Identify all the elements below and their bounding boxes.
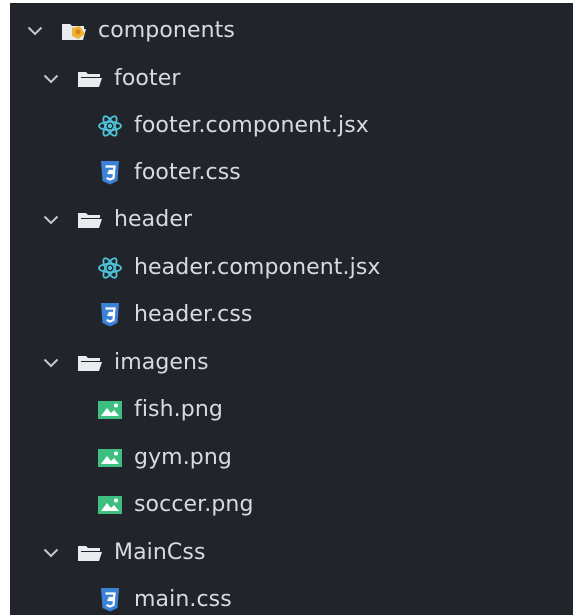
react-icon — [96, 114, 124, 138]
css3-icon — [96, 302, 124, 327]
folder-open-icon — [76, 208, 104, 232]
tree-item-label: footer.component.jsx — [134, 113, 369, 138]
tree-item-label: gym.png — [134, 445, 232, 470]
tree-item-maincss[interactable]: MainCss — [10, 529, 573, 576]
tree-item-footer-jsx[interactable]: footer.component.jsx — [10, 102, 573, 149]
chevron-down-icon[interactable] — [24, 20, 46, 42]
tree-item-components[interactable]: components — [10, 7, 573, 54]
folder-open-icon — [76, 67, 104, 91]
tree-item-soccer-png[interactable]: soccer.png — [10, 481, 573, 528]
image-icon — [96, 446, 124, 470]
tree-item-footer-css[interactable]: footer.css — [10, 149, 573, 196]
chevron-down-icon[interactable] — [40, 352, 62, 374]
react-icon — [96, 256, 124, 280]
tree-item-label: header — [114, 207, 193, 232]
image-icon — [96, 493, 124, 517]
css3-icon — [96, 587, 124, 612]
tree-item-gym-png[interactable]: gym.png — [10, 434, 573, 481]
tree-item-header-jsx[interactable]: header.component.jsx — [10, 244, 573, 291]
tree-item-header[interactable]: header — [10, 196, 573, 243]
folder-components-open-icon — [60, 19, 88, 43]
tree-item-imagens[interactable]: imagens — [10, 339, 573, 386]
tree-item-main-css[interactable]: main.css — [10, 576, 573, 615]
chevron-down-icon[interactable] — [40, 542, 62, 564]
file-explorer: components footer footer.component.jsx f… — [10, 3, 573, 615]
tree-item-label: imagens — [114, 350, 209, 375]
chevron-down-icon[interactable] — [40, 68, 62, 90]
tree-item-label: components — [98, 18, 235, 43]
folder-open-icon — [76, 541, 104, 565]
tree-item-label: main.css — [134, 587, 232, 612]
tree-item-label: header.css — [134, 302, 253, 327]
tree-item-label: MainCss — [114, 540, 206, 565]
folder-open-icon — [76, 351, 104, 375]
tree-item-header-css[interactable]: header.css — [10, 291, 573, 338]
chevron-down-icon[interactable] — [40, 209, 62, 231]
tree-item-label: soccer.png — [134, 492, 254, 517]
tree-item-label: header.component.jsx — [134, 255, 381, 280]
tree-item-footer[interactable]: footer — [10, 55, 573, 102]
tree-item-label: fish.png — [134, 397, 223, 422]
css3-icon — [96, 160, 124, 185]
image-icon — [96, 398, 124, 422]
tree-item-fish-png[interactable]: fish.png — [10, 386, 573, 433]
tree-item-label: footer.css — [134, 160, 241, 185]
tree-item-label: footer — [114, 66, 181, 91]
